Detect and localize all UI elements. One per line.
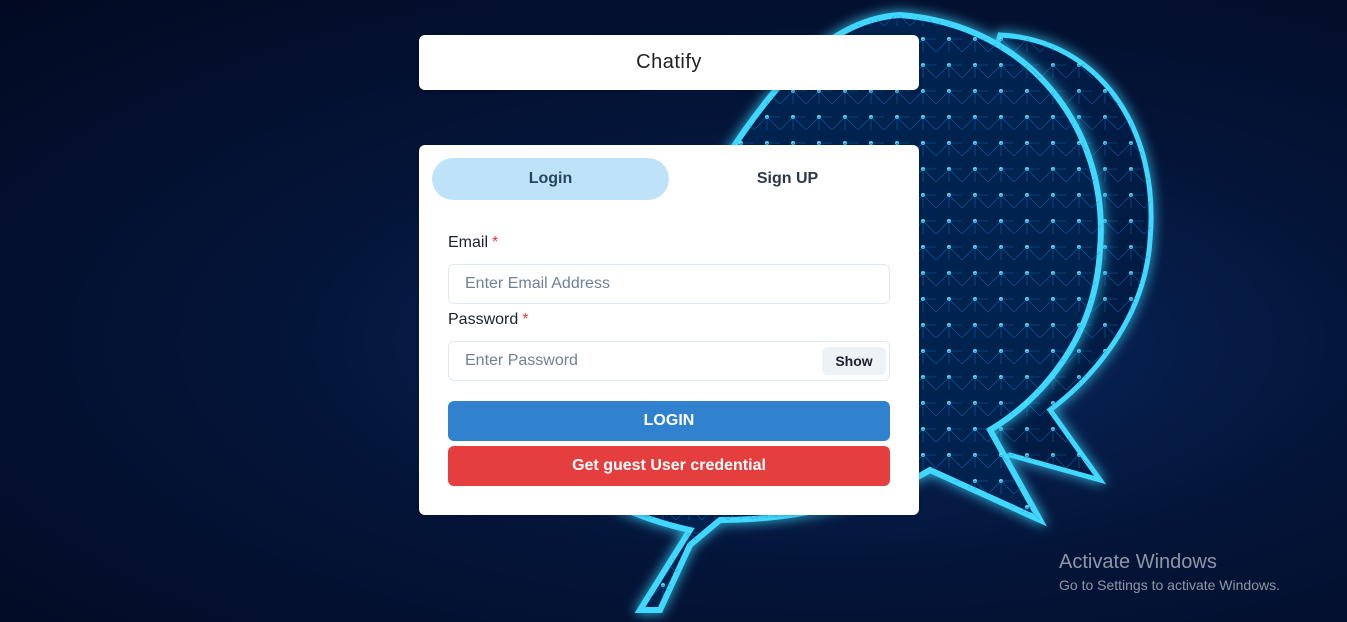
auth-form-card: Login Sign UP Email* Password* Show LOGI… (419, 145, 919, 515)
auth-tabs: Login Sign UP (432, 158, 906, 200)
activate-windows-watermark: Activate Windows Go to Settings to activ… (1059, 551, 1280, 593)
required-marker: * (492, 234, 499, 251)
guest-credential-button[interactable]: Get guest User credential (448, 446, 890, 486)
watermark-subtitle: Go to Settings to activate Windows. (1059, 577, 1280, 593)
password-label-text: Password (448, 311, 519, 328)
tab-login[interactable]: Login (432, 158, 669, 200)
app-title-card: Chatify (419, 35, 919, 90)
email-label-text: Email (448, 234, 489, 251)
show-password-button[interactable]: Show (822, 347, 886, 375)
tab-sign-up[interactable]: Sign UP (669, 158, 906, 200)
app-title: Chatify (636, 51, 702, 73)
login-button[interactable]: LOGIN (448, 401, 890, 441)
password-label: Password * (448, 311, 528, 329)
watermark-title: Activate Windows (1059, 551, 1217, 573)
required-marker: * (522, 311, 529, 328)
email-label: Email * (448, 234, 498, 252)
email-field[interactable] (448, 264, 890, 304)
